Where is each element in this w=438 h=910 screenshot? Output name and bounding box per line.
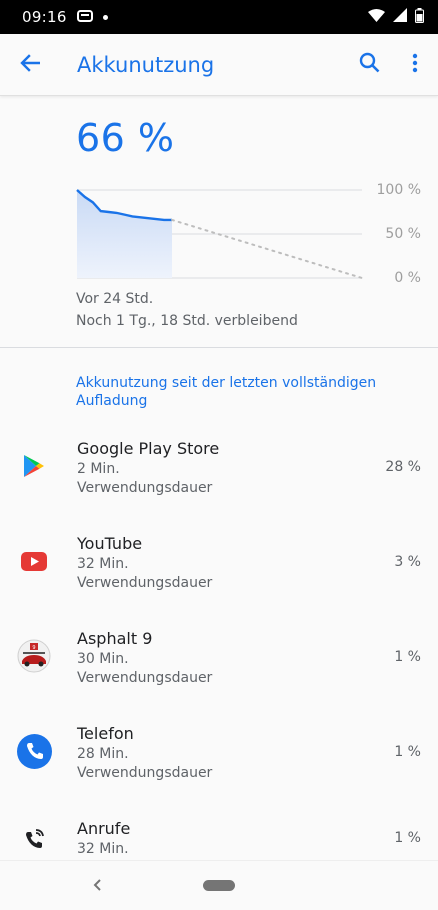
app-usage-percent: 3 % bbox=[394, 554, 421, 570]
app-usage-time: 28 Min. bbox=[77, 746, 129, 762]
play-store-icon bbox=[16, 448, 52, 484]
app-name: Asphalt 9 bbox=[77, 629, 153, 648]
app-usage-item-youtube[interactable]: YouTube 32 Min. Verwendungsdauer 3 % bbox=[0, 525, 438, 620]
battery-chart: 100 % 50 % 0 % bbox=[0, 176, 438, 291]
app-name: YouTube bbox=[77, 534, 143, 553]
nav-home-pill[interactable] bbox=[203, 880, 235, 891]
app-usage-time: 2 Min. bbox=[77, 461, 120, 477]
svg-text:9: 9 bbox=[32, 645, 35, 651]
youtube-icon bbox=[16, 543, 52, 579]
signal-icon bbox=[393, 8, 407, 26]
app-usage-percent: 1 % bbox=[394, 649, 421, 665]
app-usage-subtitle: Verwendungsdauer bbox=[77, 670, 213, 686]
app-name: Anrufe bbox=[77, 819, 131, 838]
app-usage-item-play-store[interactable]: Google Play Store 2 Min. Verwendungsdaue… bbox=[0, 430, 438, 525]
page-title: Akkunutzung bbox=[77, 52, 215, 77]
app-usage-time: 30 Min. bbox=[77, 651, 129, 667]
app-usage-item-anrufe[interactable]: Anrufe 32 Min. 1 % bbox=[0, 810, 438, 860]
back-button[interactable] bbox=[0, 34, 60, 96]
y-tick-label-100: 100 % bbox=[376, 182, 421, 198]
wifi-icon bbox=[368, 8, 385, 26]
y-tick-label-0: 0 % bbox=[394, 270, 421, 286]
battery-level: 66 % bbox=[76, 116, 175, 160]
asphalt-icon: 9 bbox=[16, 638, 52, 674]
more-options-button[interactable] bbox=[392, 34, 438, 96]
app-usage-subtitle: Verwendungsdauer bbox=[77, 765, 213, 781]
section-header: Akkunutzung seit der letzten vollständig… bbox=[76, 375, 377, 409]
battery-area bbox=[77, 190, 172, 278]
app-bar: Akkunutzung bbox=[0, 34, 438, 96]
y-tick-label-50: 50 % bbox=[385, 226, 421, 242]
app-usage-subtitle: Verwendungsdauer bbox=[77, 575, 213, 591]
app-usage-percent: 1 % bbox=[394, 744, 421, 760]
calls-icon bbox=[16, 821, 52, 857]
app-name: Telefon bbox=[77, 724, 134, 743]
chart-start-label: Vor 24 Std. bbox=[76, 291, 154, 307]
app-usage-time: 32 Min. bbox=[77, 556, 129, 572]
app-usage-subtitle: Verwendungsdauer bbox=[77, 480, 213, 496]
app-usage-percent: 28 % bbox=[385, 459, 421, 475]
message-icon bbox=[76, 8, 93, 26]
battery-icon bbox=[415, 7, 424, 27]
notification-dot-icon bbox=[102, 14, 108, 20]
projection-line bbox=[171, 218, 363, 279]
app-usage-item-asphalt[interactable]: 9 Asphalt 9 30 Min. Verwendungsdauer 1 % bbox=[0, 620, 438, 715]
search-button[interactable] bbox=[346, 34, 392, 96]
app-name: Google Play Store bbox=[77, 439, 220, 458]
more-vert-icon bbox=[412, 53, 418, 77]
phone-icon bbox=[16, 733, 52, 769]
nav-back-icon bbox=[88, 879, 108, 899]
arrow-back-icon bbox=[20, 53, 41, 76]
divider bbox=[0, 347, 438, 348]
search-icon bbox=[359, 52, 380, 77]
app-usage-time: 32 Min. bbox=[77, 841, 129, 857]
nav-back-button[interactable] bbox=[88, 875, 108, 895]
status-time: 09:16 bbox=[22, 8, 67, 26]
app-usage-percent: 1 % bbox=[394, 830, 421, 846]
status-bar: 09:16 bbox=[0, 0, 438, 34]
remaining-time: Noch 1 Tg., 18 Std. verbleibend bbox=[76, 313, 298, 329]
system-nav-bar bbox=[0, 860, 438, 910]
app-usage-item-telefon[interactable]: Telefon 28 Min. Verwendungsdauer 1 % bbox=[0, 715, 438, 810]
battery-chart-svg bbox=[76, 189, 363, 279]
